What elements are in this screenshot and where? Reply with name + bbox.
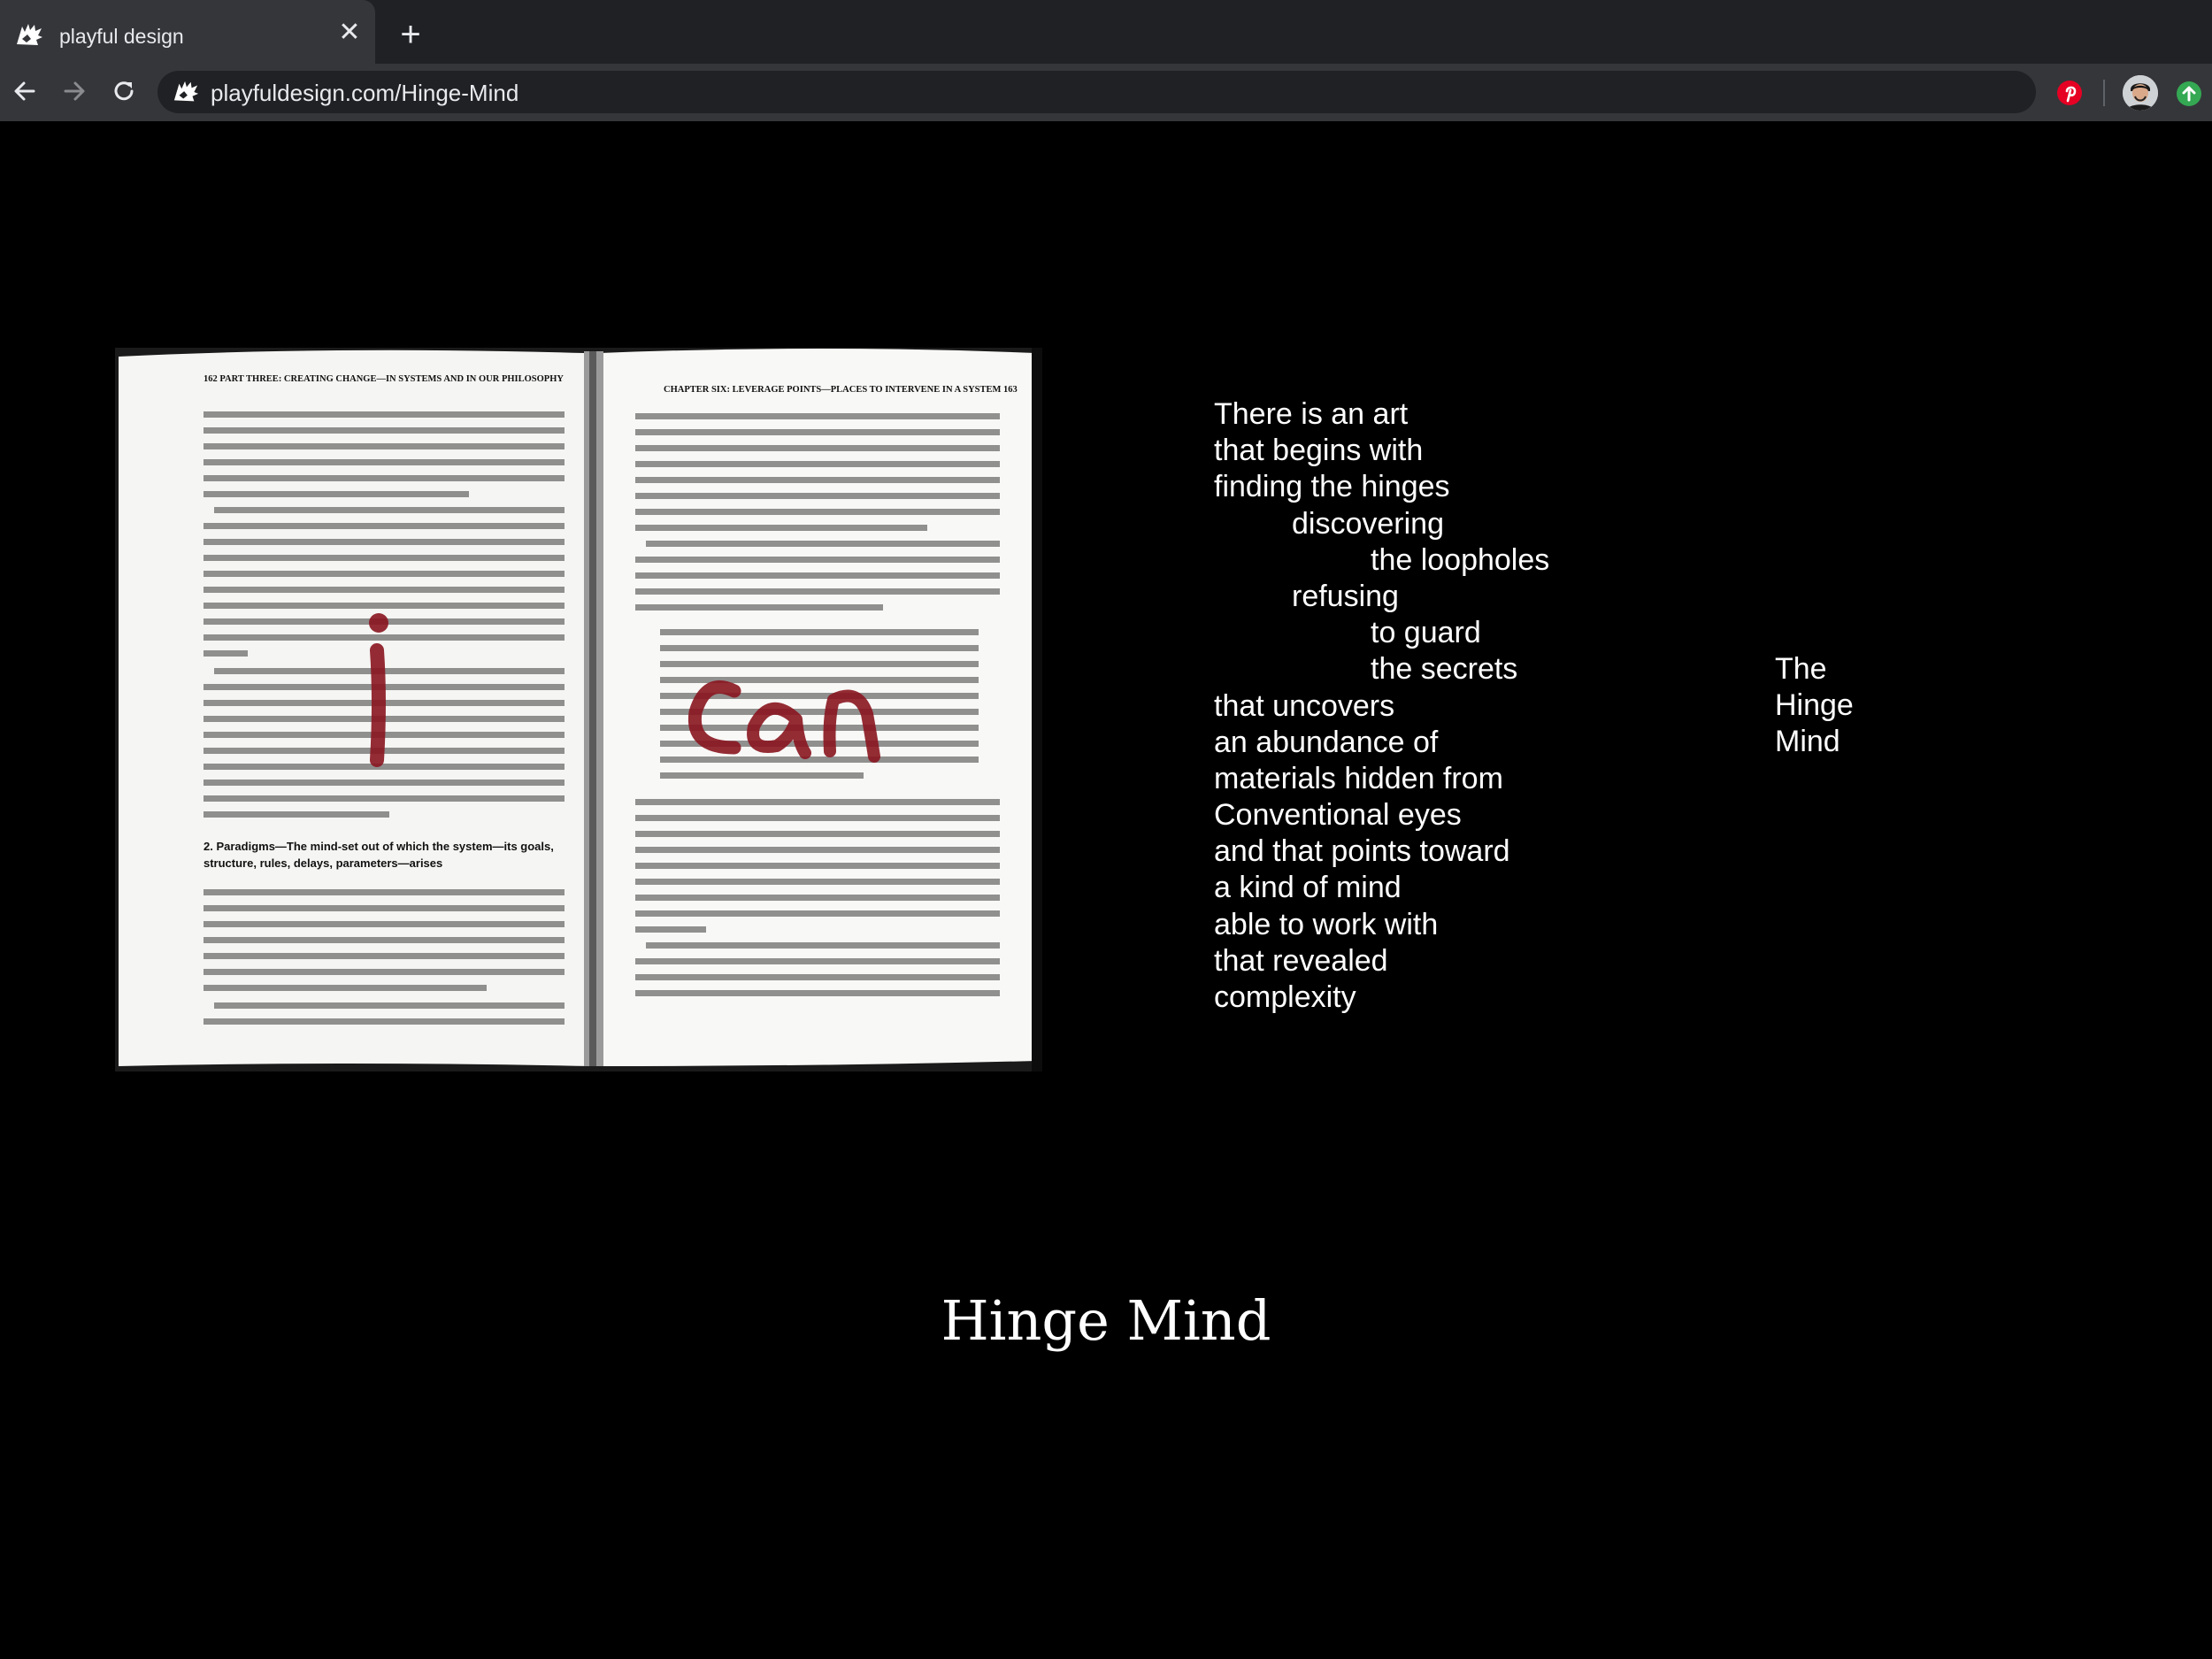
poem-line: Conventional eyes — [1214, 798, 1462, 833]
poem-line: to guard — [1371, 616, 1481, 650]
avatar-portrait-icon — [2123, 75, 2158, 111]
active-tab[interactable]: playful design ✕ — [0, 0, 375, 64]
browser-chrome: playful design ✕ + playfuldesign.com/Hin… — [0, 0, 2212, 121]
poem-line: There is an art — [1214, 397, 1409, 431]
poem: There is an art that begins with finding t… — [1214, 396, 1549, 1016]
poem-line: the secrets — [1371, 652, 1518, 687]
poem-line: that uncovers — [1214, 688, 1395, 723]
url-text[interactable]: playfuldesign.com/Hinge-Mind — [211, 80, 518, 107]
address-bar[interactable]: playfuldesign.com/Hinge-Mind — [157, 71, 2036, 113]
left-page-section-heading-2: structure, rules, delays, parameters—ari… — [204, 856, 442, 870]
poem-line: a kind of mind — [1214, 871, 1402, 905]
poem-line: materials hidden from — [1214, 761, 1503, 795]
side-title-line: Hinge — [1775, 688, 1854, 723]
side-title-line: Mind — [1775, 725, 1840, 759]
poem-line: an abundance of — [1214, 725, 1439, 759]
left-page-section-heading-1: 2. Paradigms—The mind-set out of which t… — [204, 840, 554, 853]
poem-line: complexity — [1214, 980, 1356, 1014]
forward-arrow-icon[interactable] — [58, 75, 90, 107]
toolbar-separator — [2103, 80, 2105, 106]
side-title: The Hinge Mind — [1775, 651, 1854, 761]
side-title-line: The — [1775, 652, 1827, 686]
poem-line: discovering — [1292, 506, 1444, 541]
update-arrow-icon[interactable] — [2176, 81, 2202, 107]
back-arrow-icon[interactable] — [9, 75, 41, 107]
new-tab-button[interactable]: + — [396, 17, 426, 52]
tab-title: playful design — [59, 25, 184, 48]
page-content: 162 PART THREE: CREATING CHANGE—IN SYSTE… — [0, 121, 2212, 1659]
page-title: Hinge Mind — [941, 1288, 1271, 1353]
poem-line: able to work with — [1214, 907, 1439, 941]
poem-line: and that points toward — [1214, 834, 1510, 869]
poem-line: that begins with — [1214, 434, 1424, 468]
right-page-header: CHAPTER SIX: LEVERAGE POINTS—PLACES TO I… — [664, 385, 1018, 395]
reload-icon[interactable] — [108, 75, 140, 107]
site-logo-icon — [173, 81, 199, 102]
pinterest-icon[interactable] — [2055, 79, 2084, 107]
book-photo-image: 162 PART THREE: CREATING CHANGE—IN SYSTE… — [115, 348, 1042, 1071]
poem-line: that revealed — [1214, 943, 1388, 978]
tab-close-icon[interactable]: ✕ — [336, 19, 363, 46]
playful-design-logo-icon — [17, 24, 42, 45]
left-page-header: 162 PART THREE: CREATING CHANGE—IN SYSTE… — [204, 374, 564, 384]
poem-line: refusing — [1292, 579, 1399, 613]
browser-toolbar: playfuldesign.com/Hinge-Mind — [0, 64, 2212, 121]
poem-line: finding the hinges — [1214, 470, 1450, 504]
poem-line: the loopholes — [1371, 542, 1550, 577]
profile-avatar[interactable] — [2123, 75, 2158, 111]
